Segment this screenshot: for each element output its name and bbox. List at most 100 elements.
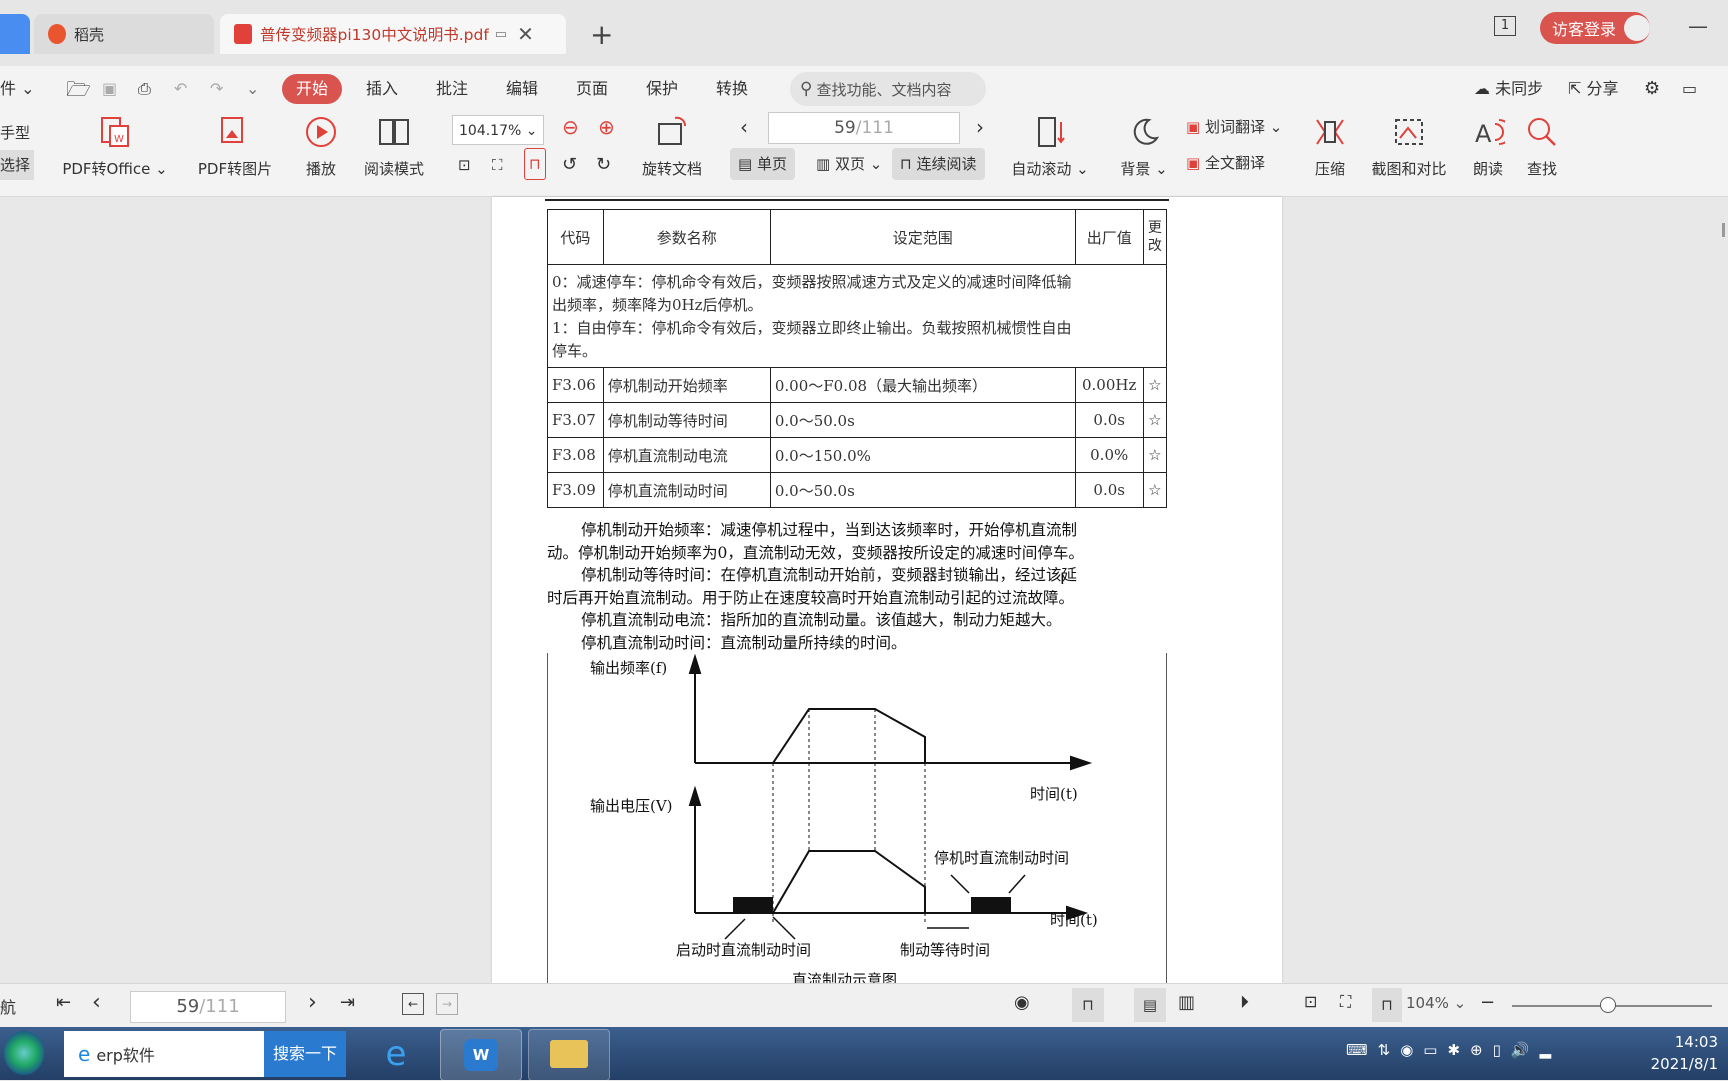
scrollbar-indicator[interactable] [1722,223,1725,237]
pdf-to-office-button[interactable]: W PDF转Office ⌄ [60,116,170,179]
monitor-icon[interactable]: ▭ [495,27,507,42]
zoom-status[interactable]: 104% ⌄ [1406,994,1466,1012]
back-icon[interactable]: ← [402,993,424,1015]
search-icon: ⚲ [800,79,813,99]
window-layout-icon[interactable]: 1 [1494,16,1516,36]
continuous-read-button[interactable]: ⊓ 连续阅读 [892,148,985,180]
tab-home[interactable]: 稻壳 [34,14,214,54]
share-label: 分享 [1586,79,1619,98]
tab-document[interactable]: 普传变频器pi130中文说明书.pdf ▭ ✕ [220,14,566,54]
find-button[interactable]: 查找 [1518,116,1566,179]
menu-page[interactable]: 页面 [576,74,608,104]
rotate-document-button[interactable]: 旋转文档 [636,116,708,179]
more-icon[interactable]: ⌄ [246,74,259,104]
print-icon[interactable]: ⎙ [138,74,151,104]
start-button-icon[interactable] [4,1031,44,1075]
document-viewport[interactable]: 代码 参数名称 设定范围 出厂值 更改 0：减速停车：停机命令有效后，变频器按照… [0,197,1728,987]
settings-icon[interactable]: ⚙ [1644,74,1660,104]
menu-protect[interactable]: 保护 [646,74,678,104]
menu-edit[interactable]: 编辑 [506,74,538,104]
zoom-out-status-icon[interactable]: − [1480,992,1495,1013]
share-button[interactable]: ⇱ 分享 [1568,74,1619,104]
ie-search-button[interactable]: 搜索一下 [264,1031,346,1077]
full-translate-button[interactable]: ▣ 全文翻译 [1186,148,1265,178]
home-tab-edge[interactable] [0,14,30,54]
wps-task-button[interactable]: W [440,1029,522,1081]
system-clock[interactable]: 14:03 2021/8/1 [1651,1031,1718,1075]
menu-comment[interactable]: 批注 [436,74,468,104]
eye-protection-icon[interactable]: ◉ [1014,992,1030,1013]
save-icon[interactable]: ▣ [102,74,117,104]
feedback-icon[interactable]: ▭ [1682,74,1697,104]
word-translate-button[interactable]: ▣ 划词翻译 ⌄ [1186,112,1282,142]
sync-status[interactable]: ☁ 未同步 [1474,74,1543,104]
background-button[interactable]: 背景 ⌄ [1114,116,1174,179]
new-tab-button[interactable]: + [590,18,613,51]
fit-page-status-icon[interactable]: ⛶ [1340,992,1351,1012]
actual-size-icon[interactable]: ⊡ [458,150,471,180]
folder-icon [550,1040,588,1068]
header-code: 代码 [547,209,604,265]
table-row: 0：减速停车：停机命令有效后，变频器按照减速方式及定义的减速时间降低输 出频率，… [547,264,1167,368]
fit-width-status-icon[interactable]: ⊓ [1372,988,1402,1022]
open-folder-icon[interactable]: 🗁 [66,74,91,104]
pdf-to-image-button[interactable]: PDF转图片 [190,116,280,179]
select-tool[interactable]: 选择 [0,150,35,180]
navigation-toggle[interactable]: 航 [0,994,16,1018]
read-mode-button[interactable]: 阅读模式 [356,116,432,179]
menu-start[interactable]: 开始 [282,74,343,104]
double-page-button[interactable]: ▥ 双页 ⌄ [808,148,890,180]
param-name: 停机制动开始频率 [602,367,771,403]
actual-size-status-icon[interactable]: ⊡ [1304,992,1317,1011]
single-status-icon[interactable]: ▤ [1134,988,1166,1022]
compress-button[interactable]: 压缩 [1306,116,1354,179]
login-button[interactable]: 访客登录 [1540,12,1650,44]
tab-document-label: 普传变频器pi130中文说明书.pdf [260,26,489,44]
zoom-in-icon[interactable]: ⊕ [598,112,615,142]
zoom-select[interactable]: 104.17% ⌄ [452,115,544,145]
explorer-task-button[interactable] [528,1029,610,1081]
rotate-left-icon[interactable]: ↺ [562,150,577,180]
close-tab-icon[interactable]: ✕ [517,22,534,46]
minimize-icon[interactable]: — [1688,14,1708,38]
redo-icon[interactable]: ↷ [210,74,223,104]
undo-icon[interactable]: ↶ [174,74,187,104]
continuous-status-icon[interactable]: ⊓ [1072,988,1104,1022]
tray-icons[interactable]: ⌨⇅◉▭✱⊕▯🔊▂ [1346,1041,1561,1059]
play-status-icon[interactable]: ⏵ [1240,992,1249,1013]
menu-edit-label: 编辑 [506,79,539,98]
double-status-icon[interactable]: ▥ [1178,992,1195,1013]
zoom-out-icon[interactable]: ⊖ [562,112,579,142]
menu-insert[interactable]: 插入 [366,74,398,104]
prev-page-status-icon[interactable]: ‹ [92,990,101,1015]
ie-search-input[interactable]: e erp软件 [64,1031,264,1077]
menu-convert[interactable]: 转换 [716,74,748,104]
forward-icon[interactable]: → [436,993,458,1015]
double-page-label: 双页 [834,155,865,173]
page-number-input[interactable]: 59/111 [768,112,960,144]
fit-page-icon[interactable]: ⛶ [492,150,503,180]
single-page-button[interactable]: ▤ 单页 [730,148,795,180]
next-page-icon[interactable]: › [976,112,984,142]
screenshot-compare-button[interactable]: 截图和对比 [1364,116,1454,179]
zoom-slider-handle[interactable] [1600,997,1616,1013]
first-page-icon[interactable]: ⇤ [56,992,71,1013]
last-page-icon[interactable]: ⇥ [340,992,355,1013]
fit-width-icon[interactable]: ⊓ [524,148,546,180]
read-aloud-button[interactable]: A 朗读 [1464,116,1512,179]
search-input[interactable]: ⚲ 查找功能、文档内容 [790,72,986,106]
next-page-status-icon[interactable]: › [308,990,317,1015]
stop-mode-note: 0：减速停车：停机命令有效后，变频器按照减速方式及定义的减速时间降低输 出频率，… [547,264,1167,368]
status-page-input[interactable]: 59/111 [130,991,286,1023]
internet-explorer-icon[interactable]: e [356,1029,436,1079]
play-button[interactable]: 播放 [296,116,346,179]
menu-file[interactable]: 件 ⌄ [0,74,35,104]
param-default: 0.00Hz [1074,367,1144,403]
param-default: 0.0s [1074,402,1144,438]
auto-scroll-button[interactable]: 自动滚动 ⌄ [1010,116,1090,179]
prev-page-icon[interactable]: ‹ [740,112,748,142]
status-bar: 航 ⇤ ‹ 59/111 › ⇥ ← → ◉ ⊓ ▤ ▥ ⏵ ⊡ ⛶ ⊓ 104… [0,983,1728,1028]
double-page-icon: ▥ [816,155,831,173]
rotate-right-icon[interactable]: ↻ [596,150,611,180]
hand-tool[interactable]: 手型 [0,118,30,148]
